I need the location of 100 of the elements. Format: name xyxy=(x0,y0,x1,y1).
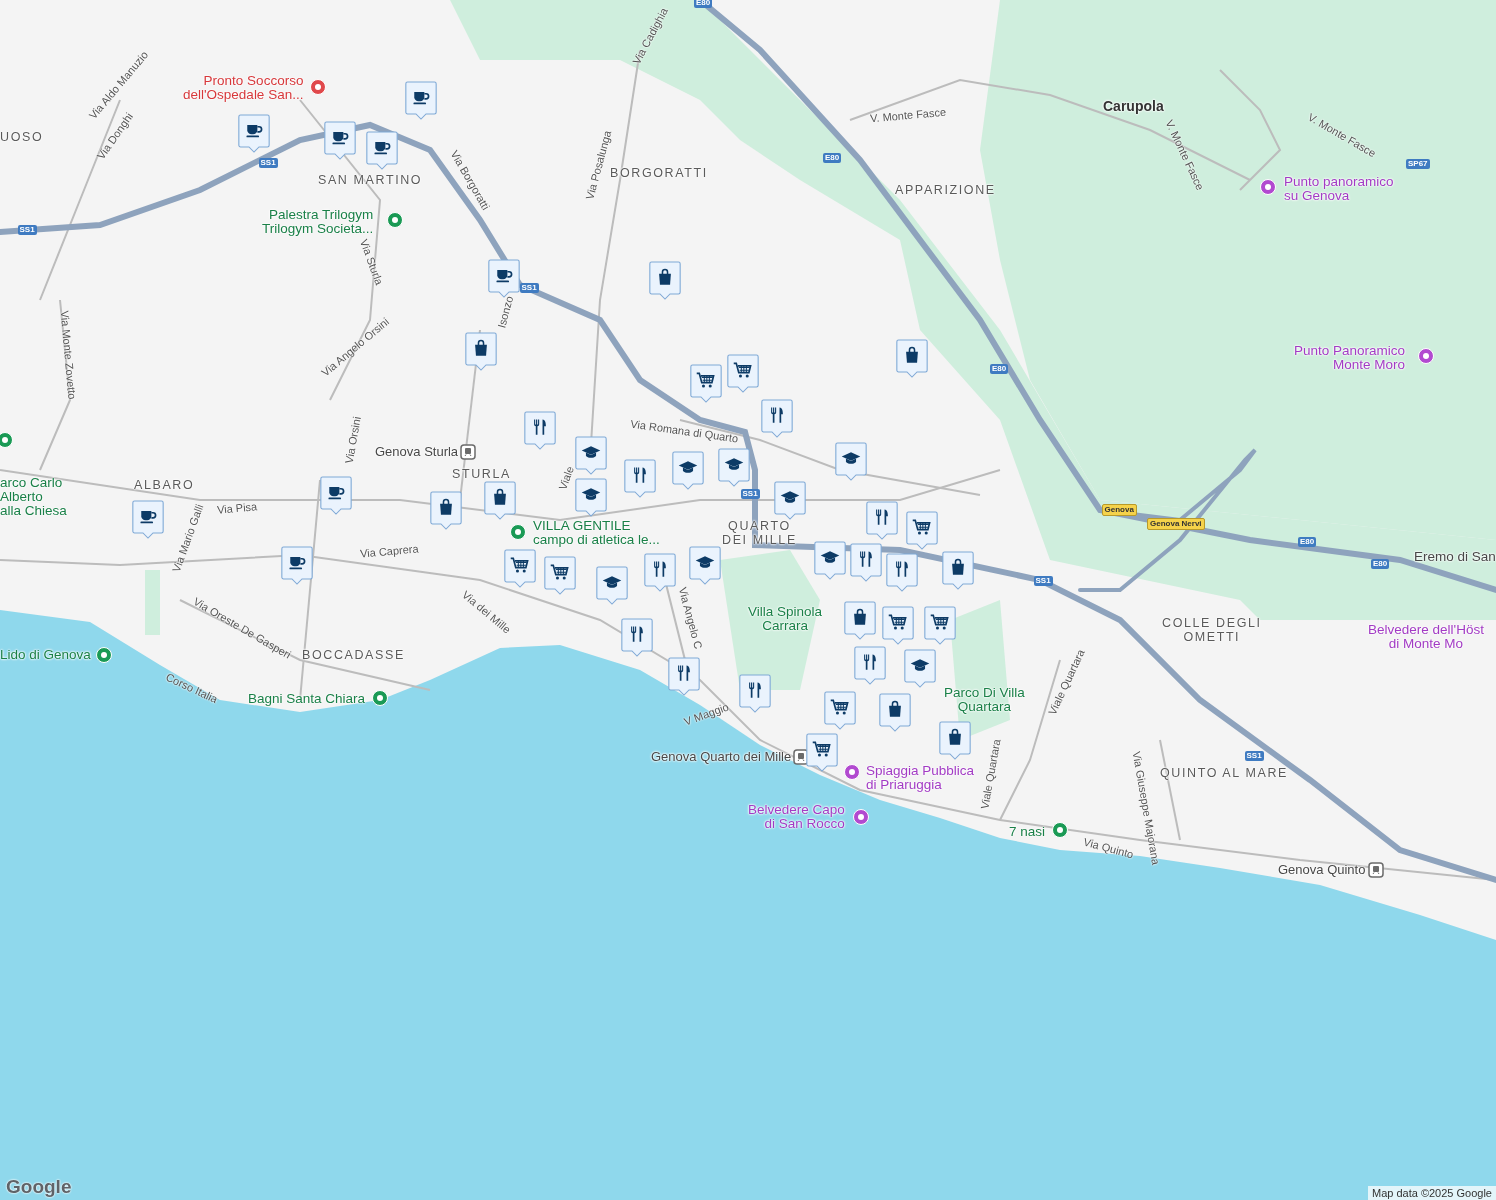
map-pin[interactable] xyxy=(484,481,516,520)
map-pin[interactable] xyxy=(596,566,628,605)
train-icon[interactable] xyxy=(460,444,476,460)
cart-icon xyxy=(549,564,569,580)
graduation-cap-icon xyxy=(581,488,601,500)
train-icon[interactable] xyxy=(1368,862,1384,878)
map-pin[interactable] xyxy=(281,546,313,585)
map-pin[interactable] xyxy=(879,693,911,732)
graduation-cap-icon xyxy=(678,461,698,473)
map-pin[interactable] xyxy=(718,448,750,487)
poi-label: Belvedere dell'Höst di Monte Mo xyxy=(1368,623,1484,651)
map-pin[interactable] xyxy=(544,556,576,595)
map-pin[interactable] xyxy=(886,553,918,592)
map-pin[interactable] xyxy=(824,691,856,730)
poi-label: Belvedere Capo di San Rocco xyxy=(748,803,845,831)
graduation-cap-icon xyxy=(820,551,840,563)
fork-knife-icon xyxy=(631,626,643,642)
place-label: Carupola xyxy=(1103,99,1164,113)
place-label: QUINTO AL MARE xyxy=(1160,766,1288,780)
place-label: ALBARO xyxy=(134,478,195,492)
map-pin[interactable] xyxy=(761,399,793,438)
map-pin[interactable] xyxy=(644,553,676,592)
bag-icon xyxy=(659,268,671,285)
fork-knife-icon xyxy=(771,407,783,423)
street-label: Viale Quartara xyxy=(977,738,1002,810)
exit-sign: Genova xyxy=(1101,504,1137,516)
cart-icon xyxy=(929,614,949,630)
fork-knife-icon xyxy=(896,561,908,577)
street-label: Via Angelo C xyxy=(676,585,705,651)
map-pin[interactable] xyxy=(430,491,462,530)
street-label: Via Mario Galli xyxy=(169,502,205,574)
map-pin[interactable] xyxy=(575,478,607,517)
map-pin[interactable] xyxy=(850,543,882,582)
map-pin[interactable] xyxy=(668,657,700,696)
cup-icon xyxy=(496,270,513,283)
cart-icon xyxy=(811,741,831,757)
graduation-cap-icon xyxy=(581,446,601,458)
place-label: BOCCADASSE xyxy=(302,648,405,662)
cup-icon xyxy=(246,125,263,138)
route-shield: E80 xyxy=(694,0,713,8)
route-shield: E80 xyxy=(1298,537,1317,547)
bag-icon xyxy=(494,488,506,505)
map-pin[interactable] xyxy=(465,332,497,371)
route-shield: E80 xyxy=(1371,559,1390,569)
map-pin[interactable] xyxy=(624,459,656,498)
fork-knife-icon xyxy=(678,665,690,681)
map-pin[interactable] xyxy=(366,131,398,170)
street-label: Via Caprera xyxy=(359,542,419,560)
map-pin[interactable] xyxy=(324,121,356,160)
poi-label: Punto panoramico su Genova xyxy=(1284,175,1394,203)
map-pin[interactable] xyxy=(727,354,759,393)
logo: Google xyxy=(6,1176,72,1198)
exit-sign: Genova Nervi xyxy=(1147,518,1205,530)
poi-label: Palestra Trilogym Trilogym Societa... xyxy=(262,208,374,236)
map-pin[interactable] xyxy=(690,364,722,403)
fork-knife-icon xyxy=(534,419,546,435)
map-pin[interactable] xyxy=(621,618,653,657)
map-pin[interactable] xyxy=(649,261,681,300)
map-pin[interactable] xyxy=(320,476,352,515)
map-pin[interactable] xyxy=(504,549,536,588)
cart-icon xyxy=(887,614,907,630)
map-pin[interactable] xyxy=(672,451,704,490)
street-label: Via Romana di Quarto xyxy=(629,417,739,445)
cup-icon xyxy=(332,132,349,145)
map-pin[interactable] xyxy=(942,551,974,590)
cup-icon xyxy=(413,92,430,105)
poi-label: Pronto Soccorso dell'Ospedale San... xyxy=(183,74,304,102)
map-pin[interactable] xyxy=(866,501,898,540)
route-shield: E80 xyxy=(823,153,842,163)
poi-label: Genova Sturla xyxy=(375,445,459,459)
route-shield: SS1 xyxy=(740,489,760,499)
map-pin[interactable] xyxy=(896,339,928,378)
map-pin[interactable] xyxy=(575,436,607,475)
street-label: Via Sturla xyxy=(358,237,386,287)
map-pin[interactable] xyxy=(689,546,721,585)
bag-icon xyxy=(906,346,918,363)
map-pin[interactable] xyxy=(854,646,886,685)
map-pin[interactable] xyxy=(924,606,956,645)
map-pin[interactable] xyxy=(806,733,838,772)
street-label: Corso Italia xyxy=(164,670,220,706)
map-pin[interactable] xyxy=(405,81,437,120)
map-pin[interactable] xyxy=(814,541,846,580)
map-pin[interactable] xyxy=(844,601,876,640)
place-label: STURLA xyxy=(452,467,511,481)
place-label: APPARIZIONE xyxy=(895,183,996,197)
place-label: SAN MARTINO xyxy=(318,173,423,187)
map-pin[interactable] xyxy=(774,481,806,520)
map-pin[interactable] xyxy=(238,114,270,153)
map-pin[interactable] xyxy=(488,259,520,298)
route-shield: SS1 xyxy=(519,283,539,293)
graduation-cap-icon xyxy=(780,491,800,503)
map-pin[interactable] xyxy=(739,674,771,713)
map-pin[interactable] xyxy=(939,721,971,760)
map-pin[interactable] xyxy=(524,411,556,450)
map-pin[interactable] xyxy=(882,606,914,645)
map-pin[interactable] xyxy=(904,649,936,688)
poi-label: Villa Spinola Carrara xyxy=(748,605,823,633)
map-pin[interactable] xyxy=(835,442,867,481)
map-pin[interactable] xyxy=(132,500,164,539)
map-pin[interactable] xyxy=(906,511,938,550)
